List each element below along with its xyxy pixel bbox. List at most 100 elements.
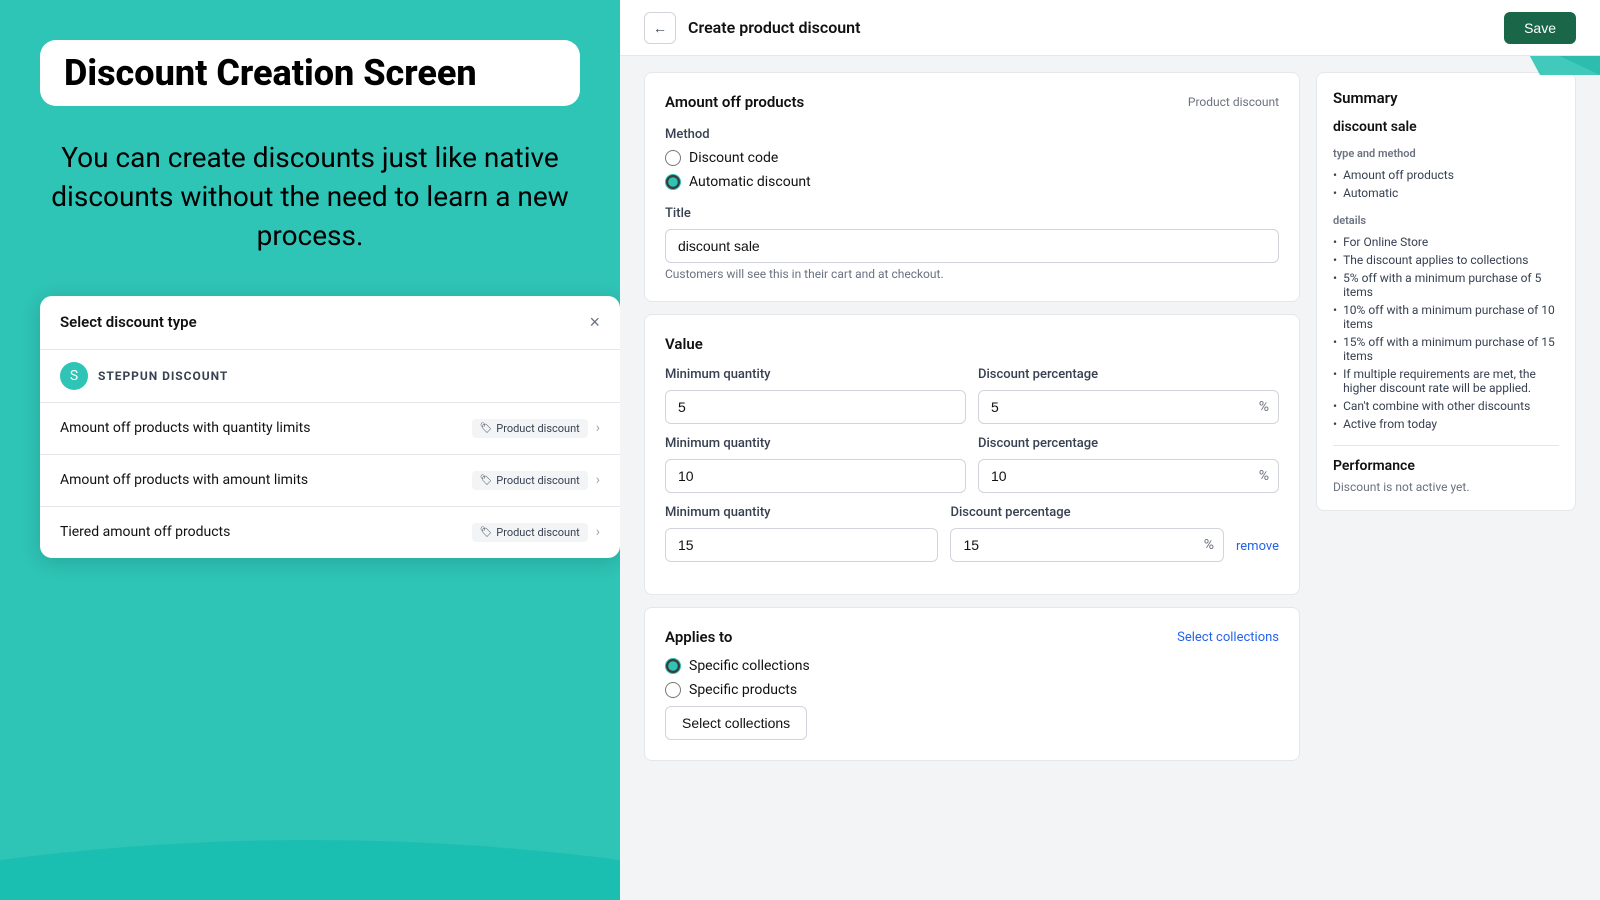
discount-pct-wrapper-2: % (978, 459, 1279, 493)
list-item[interactable]: Amount off products with amount limits 🏷… (40, 455, 620, 507)
specific-collections-radio[interactable] (665, 658, 681, 674)
discount-code-option[interactable]: Discount code (665, 150, 1279, 166)
method-label: Method (665, 127, 1279, 142)
value-card: Value Minimum quantity Discount percenta… (644, 314, 1300, 595)
back-button[interactable]: ← (644, 12, 676, 44)
detail-item-4: 15% off with a minimum purchase of 15 it… (1333, 333, 1559, 365)
right-panel: ← Create product discount Save Amount of… (620, 0, 1600, 900)
detail-item-2: 5% off with a minimum purchase of 5 item… (1333, 269, 1559, 301)
min-qty-label-2: Minimum quantity (665, 436, 966, 451)
modal-header: Select discount type × (40, 296, 620, 350)
summary-divider (1333, 445, 1559, 446)
detail-item-3: 10% off with a minimum purchase of 10 it… (1333, 301, 1559, 333)
specific-products-radio[interactable] (665, 682, 681, 698)
automatic-discount-label: Automatic discount (689, 174, 811, 190)
bottom-decoration (0, 820, 620, 900)
applies-to-title: Applies to (665, 628, 732, 646)
modal-close-button[interactable]: × (589, 312, 600, 333)
discount-pct-label-2: Discount percentage (978, 436, 1279, 451)
item-label: Tiered amount off products (60, 524, 230, 540)
tag-icon: 🏷 (480, 527, 493, 538)
product-discount-badge: 🏷 Product discount (472, 471, 588, 490)
remove-row-button[interactable]: remove (1236, 539, 1279, 562)
title-input[interactable] (665, 229, 1279, 263)
min-qty-label-1: Minimum quantity (665, 367, 966, 382)
percent-suffix-3: % (1204, 537, 1214, 553)
min-qty-group-3: Minimum quantity (665, 505, 938, 562)
item-right: 🏷 Product discount › (472, 471, 600, 490)
list-item[interactable]: Amount off products with quantity limits… (40, 403, 620, 455)
min-qty-input-1[interactable] (665, 390, 966, 424)
item-right: 🏷 Product discount › (472, 523, 600, 542)
percent-suffix-2: % (1259, 468, 1269, 484)
discount-pct-group-3: Discount percentage % (950, 505, 1224, 562)
form-panel: Amount off products Product discount Met… (644, 72, 1300, 884)
automatic-discount-radio[interactable] (665, 174, 681, 190)
discount-pct-group-1: Discount percentage % (978, 367, 1279, 424)
applies-to-header: Applies to Select collections (665, 628, 1279, 646)
min-qty-group-2: Minimum quantity (665, 436, 966, 493)
discount-code-radio[interactable] (665, 150, 681, 166)
discount-pct-wrapper-3: % (950, 528, 1224, 562)
amount-off-card: Amount off products Product discount Met… (644, 72, 1300, 302)
tag-icon: 🏷 (480, 423, 493, 434)
chevron-right-icon: › (596, 420, 600, 436)
title-field-group: Title Customers will see this in their c… (665, 206, 1279, 281)
tag-icon: 🏷 (480, 475, 493, 486)
page-header: ← Create product discount Save (620, 0, 1600, 56)
specific-collections-option[interactable]: Specific collections (665, 658, 1279, 674)
chevron-right-icon: › (596, 472, 600, 488)
min-qty-input-2[interactable] (665, 459, 966, 493)
type-method-list: Amount off products Automatic (1333, 166, 1559, 202)
min-qty-input-3[interactable] (665, 528, 938, 562)
discount-pct-input-1[interactable] (978, 390, 1279, 424)
type-item-1: Automatic (1333, 184, 1559, 202)
brand-icon: S (60, 362, 88, 390)
details-label: details (1333, 214, 1559, 227)
list-item[interactable]: Tiered amount off products 🏷 Product dis… (40, 507, 620, 558)
discount-pct-input-3[interactable] (950, 528, 1224, 562)
specific-products-label: Specific products (689, 682, 797, 698)
select-collections-link[interactable]: Select collections (1177, 630, 1279, 645)
amount-off-badge: Product discount (1188, 95, 1279, 109)
product-discount-badge: 🏷 Product discount (472, 419, 588, 438)
title-label: Title (665, 206, 1279, 221)
method-radio-group: Discount code Automatic discount (665, 150, 1279, 190)
min-qty-label-3: Minimum quantity (665, 505, 938, 520)
discount-pct-label-1: Discount percentage (978, 367, 1279, 382)
discount-type-modal: Select discount type × S STEPPUN DISCOUN… (40, 296, 620, 558)
select-collections-button[interactable]: Select collections (665, 706, 807, 740)
discount-code-label: Discount code (689, 150, 778, 166)
summary-discount-name: discount sale (1333, 119, 1559, 135)
value-row-3: Minimum quantity Discount percentage % r… (665, 505, 1279, 562)
item-right: 🏷 Product discount › (472, 419, 600, 438)
discount-pct-wrapper-1: % (978, 390, 1279, 424)
performance-title: Performance (1333, 458, 1559, 474)
automatic-discount-option[interactable]: Automatic discount (665, 174, 1279, 190)
chevron-right-icon: › (596, 524, 600, 540)
page-heading: Discount Creation Screen (40, 40, 580, 106)
left-panel: Discount Creation Screen You can create … (0, 0, 620, 900)
discount-pct-label-3: Discount percentage (950, 505, 1224, 520)
method-section: Method Discount code Automatic discount (665, 127, 1279, 190)
detail-item-7: Active from today (1333, 415, 1559, 433)
min-qty-group-1: Minimum quantity (665, 367, 966, 424)
item-label: Amount off products with amount limits (60, 472, 308, 488)
value-row-1: Minimum quantity Discount percentage % (665, 367, 1279, 424)
applies-to-card: Applies to Select collections Specific c… (644, 607, 1300, 761)
save-button[interactable]: Save (1504, 12, 1576, 44)
detail-item-6: Can't combine with other discounts (1333, 397, 1559, 415)
discount-pct-input-2[interactable] (978, 459, 1279, 493)
detail-item-0: For Online Store (1333, 233, 1559, 251)
percent-suffix-1: % (1259, 399, 1269, 415)
specific-products-option[interactable]: Specific products (665, 682, 1279, 698)
title-hint: Customers will see this in their cart an… (665, 267, 1279, 281)
amount-off-title: Amount off products (665, 93, 804, 111)
applies-to-radio-group: Specific collections Specific products (665, 658, 1279, 698)
detail-item-5: If multiple requirements are met, the hi… (1333, 365, 1559, 397)
details-list: For Online Store The discount applies to… (1333, 233, 1559, 433)
page-title: Create product discount (688, 18, 861, 37)
type-item-0: Amount off products (1333, 166, 1559, 184)
product-discount-badge: 🏷 Product discount (472, 523, 588, 542)
modal-brand-row: S STEPPUN DISCOUNT (40, 350, 620, 403)
